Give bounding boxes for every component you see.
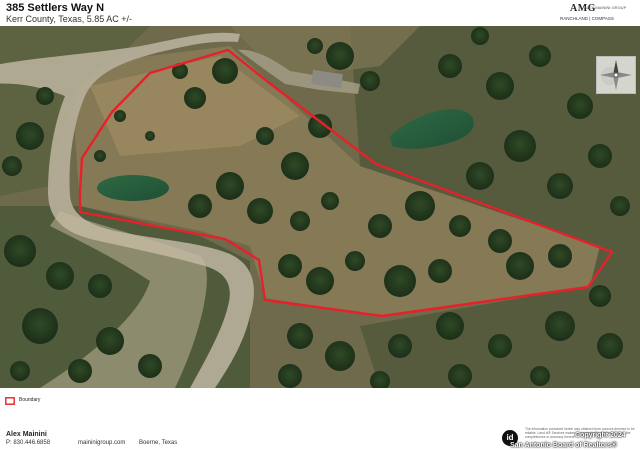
- map-imagery: [0, 26, 640, 388]
- agent-phone[interactable]: P: 830.446.6858: [6, 440, 50, 446]
- compass-rose: [596, 56, 636, 94]
- north-arrow-icon: [600, 60, 632, 90]
- header: 385 Settlers Way N Kerr County, Texas, 5…: [0, 0, 640, 26]
- agent-name: Alex Mainini: [6, 431, 47, 438]
- pond-west: [97, 175, 169, 201]
- page-title: 385 Settlers Way N: [6, 2, 105, 14]
- agent-website[interactable]: maininigroup.com: [78, 440, 125, 446]
- map-legend: Boundary: [0, 388, 640, 426]
- agent-city: Boerne, Texas: [139, 440, 178, 446]
- footer: Alex Mainini P: 830.446.6858 maininigrou…: [0, 426, 640, 450]
- brand-logo: AMG ALEX MAININI GROUP RANCHLAND | COMPA…: [560, 3, 634, 23]
- source-watermark: San Antonio Board of Realtors®: [510, 442, 617, 449]
- logo-subtext: ALEX MAININI GROUP: [584, 5, 627, 10]
- boundary-swatch-icon: [5, 397, 15, 405]
- logo-partners: RANCHLAND | COMPASS: [560, 16, 614, 21]
- legend-label-boundary: Boundary: [19, 397, 41, 403]
- copyright-watermark: Copyright 2024: [575, 432, 626, 439]
- page-subtitle: Kerr County, Texas, 5.85 AC +/-: [6, 14, 132, 24]
- satellite-map[interactable]: [0, 26, 640, 388]
